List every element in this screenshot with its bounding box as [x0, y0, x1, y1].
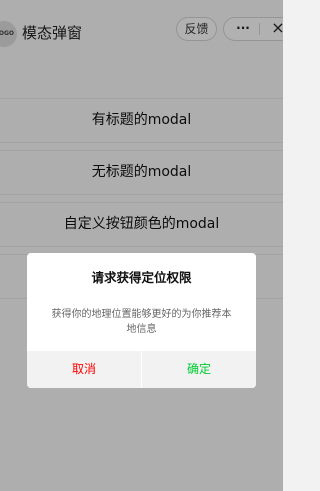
confirm-button[interactable]: 确定	[142, 351, 256, 388]
cancel-button[interactable]: 取消	[27, 351, 141, 388]
modal-footer: 取消 确定	[27, 351, 256, 388]
modal-overlay[interactable]	[0, 0, 283, 491]
modal-title: 请求获得定位权限	[91, 270, 192, 285]
modal-content: 获得你的地理位置能够更好的为你推荐本地信息	[51, 309, 232, 335]
location-permission-modal: 请求获得定位权限 获得你的地理位置能够更好的为你推荐本地信息 取消 确定	[27, 253, 256, 388]
page: LOGO 模态弹窗 反馈 ··· × 有标题的modal 无标题的modal 自…	[0, 0, 283, 491]
